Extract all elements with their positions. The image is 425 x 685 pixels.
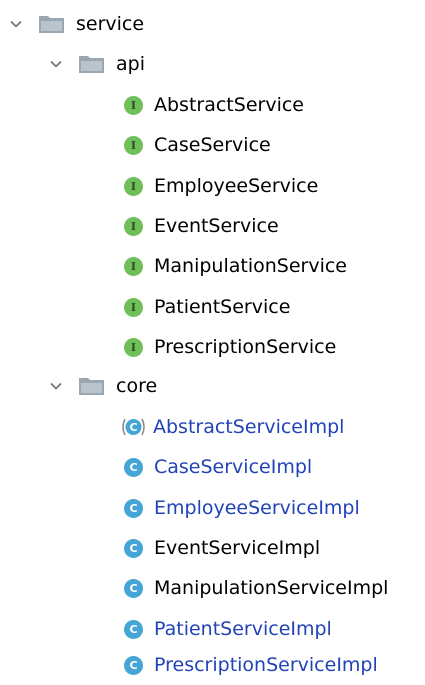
interface-icon: I <box>124 216 143 236</box>
tree-item-interface[interactable]: I EventService <box>124 206 279 246</box>
tree-item-class[interactable]: C EventServiceImpl <box>124 528 320 568</box>
abstract-class-icon: C <box>120 416 147 438</box>
tree-node-api[interactable]: api <box>48 44 145 84</box>
tree-node-label: api <box>116 52 145 75</box>
tree-item-label: ManipulationService <box>154 254 347 277</box>
tree-item-label: EmployeeServiceImpl <box>154 496 360 519</box>
folder-icon <box>78 54 105 74</box>
tree-item-class[interactable]: C PatientServiceImpl <box>124 609 332 649</box>
tree-item-class[interactable]: C ManipulationServiceImpl <box>124 568 388 608</box>
tree-item-interface[interactable]: I ManipulationService <box>124 246 347 286</box>
interface-icon: I <box>124 135 143 155</box>
tree-item-label: EventServiceImpl <box>154 536 321 559</box>
tree-item-label: PatientService <box>154 295 291 318</box>
class-icon: C <box>124 498 143 518</box>
interface-icon: I <box>124 297 143 317</box>
chevron-down-icon[interactable] <box>48 378 64 394</box>
interface-icon: I <box>124 256 143 276</box>
tree-item-label: PatientServiceImpl <box>154 617 332 640</box>
chevron-down-icon[interactable] <box>8 16 24 32</box>
tree-item-label: CaseService <box>154 133 271 156</box>
tree-item-label: PrescriptionServiceImpl <box>154 653 378 676</box>
interface-icon: I <box>124 176 143 196</box>
tree-item-label: EmployeeService <box>154 174 319 197</box>
tree-item-interface[interactable]: I EmployeeService <box>124 166 318 206</box>
class-icon: C <box>124 457 143 477</box>
class-icon: C <box>124 655 143 675</box>
tree-node-label: core <box>116 374 158 397</box>
class-icon: C <box>124 538 143 558</box>
tree-item-label: AbstractService <box>154 93 304 116</box>
tree-item-label: PrescriptionService <box>154 335 337 358</box>
project-tree: service api I AbstractService I CaseServ… <box>0 0 425 680</box>
interface-icon: I <box>124 337 143 357</box>
tree-node-service[interactable]: service <box>8 4 144 44</box>
tree-item-label: EventService <box>154 214 279 237</box>
tree-item-interface[interactable]: I CaseService <box>124 125 271 165</box>
tree-item-class[interactable]: C CaseServiceImpl <box>124 447 312 487</box>
tree-item-class[interactable]: C EmployeeServiceImpl <box>124 488 360 528</box>
folder-icon <box>38 14 65 34</box>
tree-item-label: CaseServiceImpl <box>154 455 313 478</box>
interface-icon: I <box>124 95 143 115</box>
folder-icon <box>78 376 105 396</box>
tree-item-abstract-class[interactable]: C AbstractServiceImpl <box>122 407 345 447</box>
tree-item-label: ManipulationServiceImpl <box>154 576 389 599</box>
class-icon: C <box>124 578 143 598</box>
chevron-down-icon[interactable] <box>48 56 64 72</box>
tree-item-interface[interactable]: I PatientService <box>124 287 290 327</box>
tree-item-interface[interactable]: I AbstractService <box>124 85 304 125</box>
tree-item-class[interactable]: C PrescriptionServiceImpl <box>124 645 378 685</box>
class-icon: C <box>124 619 143 639</box>
tree-node-label: service <box>76 12 145 35</box>
tree-node-core[interactable]: core <box>48 366 157 406</box>
tree-item-label: AbstractServiceImpl <box>153 415 345 438</box>
tree-item-interface[interactable]: I PrescriptionService <box>124 327 336 367</box>
svg-text:C: C <box>129 421 137 434</box>
